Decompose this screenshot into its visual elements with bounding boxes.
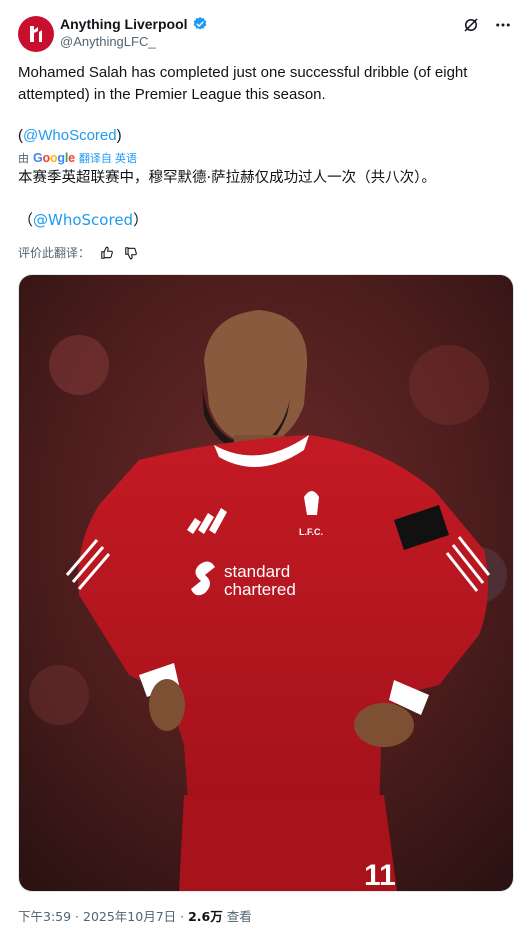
paren-close: ） — [133, 211, 149, 229]
google-logo: Google — [33, 151, 75, 165]
verified-badge-icon — [193, 17, 206, 30]
translated-from-link[interactable]: 翻译自 英语 — [79, 150, 137, 166]
sponsor-text-2: chartered — [224, 580, 296, 599]
mention-link[interactable]: @WhoScored — [33, 211, 133, 229]
shirt-number: 11 — [364, 859, 396, 891]
avatar[interactable] — [18, 16, 54, 52]
tweet-date[interactable]: 2025年10月7日 — [83, 909, 176, 924]
meta-separator: · — [176, 909, 189, 924]
view-count: 2.6万 — [188, 909, 223, 924]
rate-translation-label: 评价此翻译： — [18, 246, 91, 260]
thumbs-up-icon[interactable] — [100, 246, 114, 260]
source-line: (@WhoScored) — [18, 125, 122, 147]
paren-close: ) — [116, 127, 122, 144]
tweet-header: Anything Liverpool @AnythingLFC_ — [18, 14, 512, 54]
more-icon[interactable] — [494, 16, 512, 34]
crest-text: L.F.C. — [299, 527, 323, 537]
translated-source-line: （@WhoScored） — [18, 209, 148, 231]
grok-icon[interactable] — [462, 16, 480, 34]
sponsor-text-1: standard — [224, 562, 290, 581]
translated-by-label: 由 — [18, 153, 29, 165]
translated-text: 本赛季英超联赛中，穆罕默德·萨拉赫仅成功过人一次（共八次）。 — [18, 170, 436, 186]
tweet-photo[interactable]: L.F.C. standard chartered 11 — [18, 274, 514, 892]
meta-separator: · — [71, 909, 83, 924]
views-label: 查看 — [222, 909, 252, 924]
tweet-time[interactable]: 下午3:59 — [18, 909, 71, 924]
paren-open: （ — [18, 211, 34, 229]
handle[interactable]: @AnythingLFC_ — [60, 34, 156, 49]
rate-translation: 评价此翻译： — [18, 244, 138, 261]
translation-attribution: 由 Google 翻译自 英语 — [18, 150, 137, 166]
tweet-text: Mohamed Salah has completed just one suc… — [18, 64, 468, 103]
lfc-logo-icon — [30, 26, 42, 42]
thumbs-down-icon[interactable] — [124, 246, 138, 260]
tweet-meta: 下午3:59 · 2025年10月7日 · 2.6万 查看 — [18, 906, 252, 925]
display-name[interactable]: Anything Liverpool — [60, 16, 188, 32]
mention-link[interactable]: @WhoScored — [23, 127, 117, 144]
